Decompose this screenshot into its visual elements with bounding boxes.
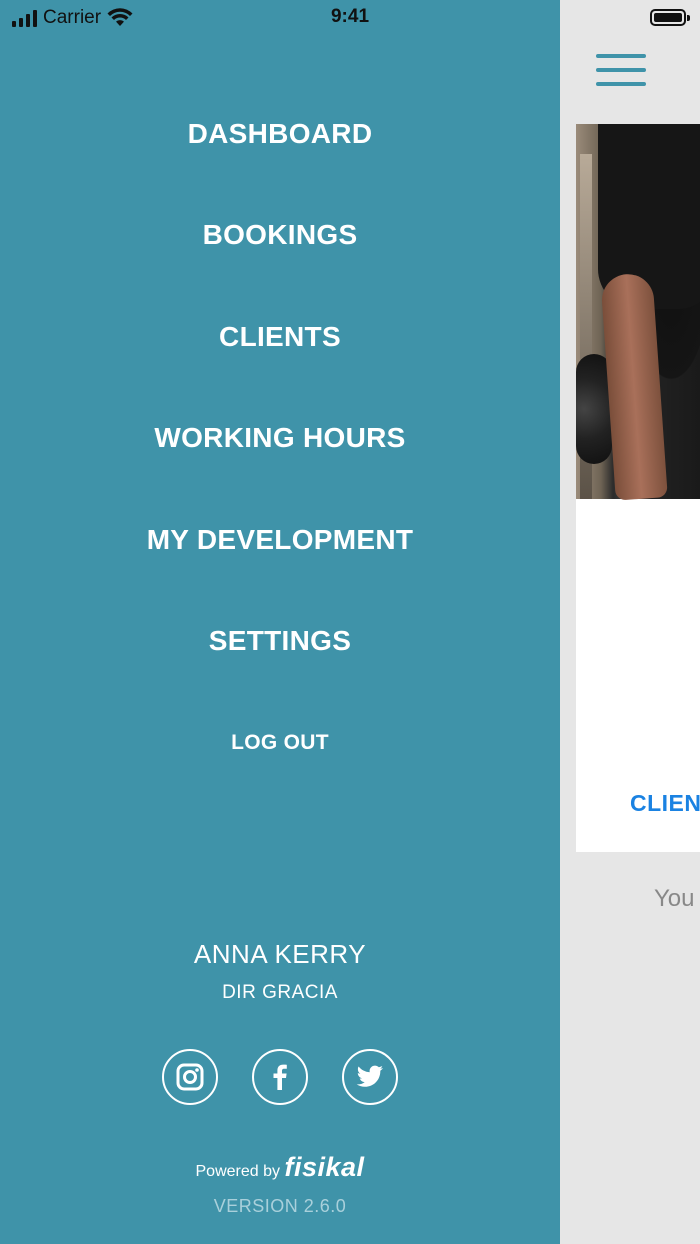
instagram-icon [176, 1063, 204, 1091]
profile-name: ANNA KERRY [193, 939, 367, 969]
menu-item-bookings[interactable]: BOOKINGS [0, 219, 560, 251]
twitter-icon [356, 1065, 383, 1087]
social-links [0, 1049, 560, 1105]
menu-item-dashboard[interactable]: DASHBOARD [0, 118, 560, 150]
trainer-photo [576, 124, 700, 501]
menu-item-clients[interactable]: CLIENTS [0, 321, 560, 353]
facebook-icon [273, 1064, 287, 1090]
logout-button[interactable]: LOG OUT [0, 731, 560, 755]
menu-item-settings[interactable]: SETTINGS [0, 625, 560, 657]
hamburger-menu-button[interactable] [596, 54, 646, 90]
status-time: 9:41 [330, 6, 370, 27]
menu-item-working-hours[interactable]: WORKING HOURS [0, 422, 560, 454]
fisikal-logo: fisikal [284, 1152, 365, 1182]
menu-item-my-development[interactable]: MY DEVELOPMENT [0, 524, 560, 556]
instagram-button[interactable] [162, 1049, 218, 1105]
main-content: CLIEN You [560, 0, 700, 1244]
facebook-button[interactable] [252, 1049, 308, 1105]
background-note: You [654, 885, 695, 912]
powered-by-label: Powered by [195, 1163, 281, 1180]
clients-link[interactable]: CLIEN [630, 790, 700, 817]
powered-by: Powered by fisikal [0, 1152, 560, 1183]
twitter-button[interactable] [342, 1049, 398, 1105]
side-drawer: Carrier DASHBOARD BOOKINGS CLIENTS WORKI… [0, 0, 560, 1244]
profile-role: DIR GRACIA [222, 982, 338, 1003]
content-card: CLIEN [576, 124, 700, 852]
version-label: VERSION 2.6.0 [213, 1196, 347, 1216]
